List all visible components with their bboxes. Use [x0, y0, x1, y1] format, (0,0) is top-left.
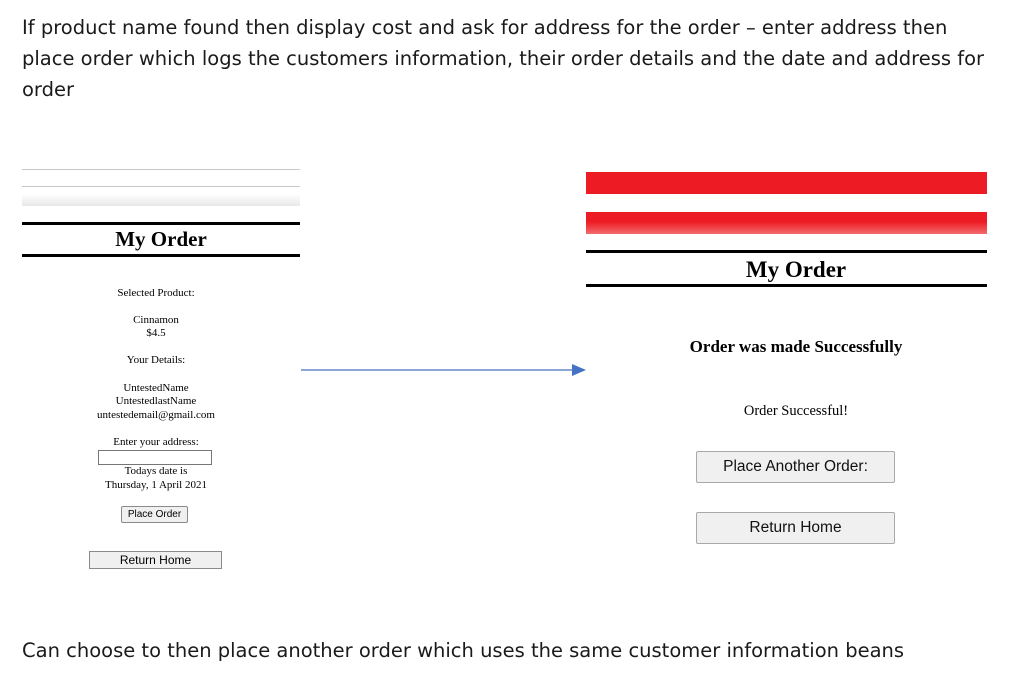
success-heading: Order was made Successfully — [689, 337, 903, 356]
product-price: $4.5 — [146, 327, 166, 339]
order-success-page: My Order Order was made Successfully Ord… — [586, 160, 987, 560]
header-divider — [22, 169, 300, 170]
title-rule-top — [586, 250, 987, 253]
title-rule-bottom — [22, 254, 300, 257]
customer-email: untestedemail@gmail.com — [97, 409, 215, 421]
arrow-head — [572, 364, 586, 376]
title-rule-top — [22, 222, 300, 225]
date-value: Thursday, 1 April 2021 — [105, 479, 207, 491]
outro-paragraph: Can choose to then place another order w… — [22, 639, 905, 662]
return-home-button[interactable]: Return Home — [696, 512, 895, 544]
page-title: My Order — [115, 227, 207, 251]
product-name: Cinnamon — [133, 314, 179, 326]
right-arrow-icon — [301, 364, 586, 376]
address-label: Enter your address: — [113, 436, 199, 448]
title-rule-bottom — [586, 284, 987, 287]
customer-last-name: UntestedlastName — [115, 395, 197, 407]
order-form-page: My Order Selected Product: Cinnamon $4.5… — [22, 160, 300, 580]
header-divider — [22, 186, 300, 187]
success-message: Order Successful! — [743, 403, 849, 419]
return-home-button[interactable]: Return Home — [89, 551, 222, 569]
header-band — [22, 194, 300, 206]
place-order-button[interactable]: Place Order — [121, 506, 188, 523]
header-red-bar — [586, 212, 987, 234]
customer-first-name: UntestedName — [123, 382, 189, 394]
header-red-bar — [586, 172, 987, 194]
page-title: My Order — [745, 257, 847, 282]
date-label: Todays date is — [124, 465, 188, 477]
your-details-label: Your Details: — [126, 354, 186, 366]
address-input[interactable] — [98, 450, 212, 465]
place-another-order-button[interactable]: Place Another Order: — [696, 451, 895, 483]
intro-paragraph: If product name found then display cost … — [22, 16, 985, 101]
selected-product-label: Selected Product: — [117, 287, 195, 299]
